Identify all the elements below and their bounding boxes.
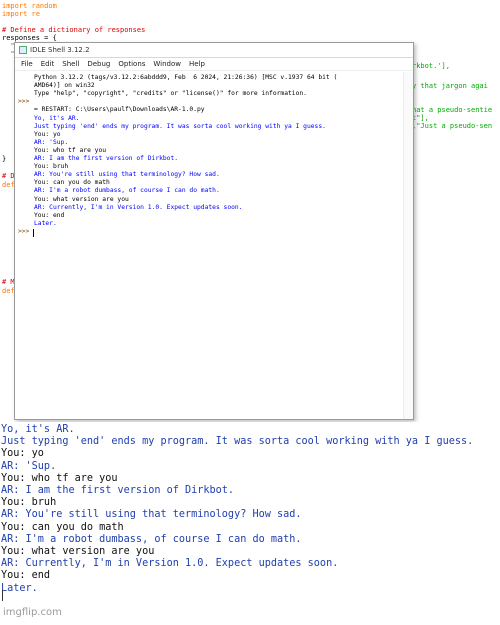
zoom-text-cursor xyxy=(2,590,3,601)
editor-right-fragment: y that jargon agai xyxy=(412,82,488,90)
menu-item-shell[interactable]: Shell xyxy=(62,60,79,68)
shell-transcript-line: AR: I am the first version of Dirkbot. xyxy=(34,155,179,162)
zoom-transcript-line: AR: Currently, I'm in Version 1.0. Expec… xyxy=(1,558,339,570)
menu-item-debug[interactable]: Debug xyxy=(87,60,110,68)
watermark: imgflip.com xyxy=(3,607,62,618)
editor-right-fragment: t"], xyxy=(412,114,429,122)
shell-transcript-line: Just typing 'end' ends my program. It wa… xyxy=(34,122,326,130)
zoom-transcript-line: AR: 'Sup. xyxy=(1,460,57,472)
shell-menubar: File Edit Shell Debug Options Window Help xyxy=(15,58,413,71)
shell-scrollbar[interactable] xyxy=(403,72,413,419)
menu-item-edit[interactable]: Edit xyxy=(41,60,55,68)
shell-transcript-line: You: end xyxy=(34,211,65,219)
shell-header-line: Python 3.12.2 (tags/v3.12.2:6abddd9, Feb… xyxy=(34,74,338,81)
editor-code-fragment: def xyxy=(2,287,15,295)
editor-right-fragment: rkbot.'], xyxy=(412,62,450,70)
shell-transcript-line: Later. xyxy=(34,219,57,227)
shell-transcript-line: You: what version are you xyxy=(34,195,129,203)
shell-title: IDLE Shell 3.12.2 xyxy=(30,46,90,54)
zoom-transcript-line: AR: I am the first version of Dirkbot. xyxy=(1,485,235,496)
shell-transcript-line: AR: 'Sup. xyxy=(34,138,69,146)
zoom-transcript-line: You: yo xyxy=(1,448,44,460)
shell-transcript-line: AR: You're still using that terminology?… xyxy=(34,171,220,179)
idle-shell-window[interactable]: IDLE Shell 3.12.2 File Edit Shell Debug Opti… xyxy=(14,42,414,420)
shell-transcript-line: You: who tf are you xyxy=(34,146,107,154)
shell-transcript-line: AR: I'm a robot dumbass, of course I can… xyxy=(34,187,220,195)
zoom-transcript-line: You: end xyxy=(1,570,51,582)
menu-item-options[interactable]: Options xyxy=(118,60,145,68)
zoom-transcript-line: Later. xyxy=(1,582,38,594)
menu-item-file[interactable]: File xyxy=(21,60,33,68)
editor-right-fragment: hat a pseudo-sentie xyxy=(412,106,493,114)
zoom-transcript-line: AR: You're still using that terminology?… xyxy=(1,509,302,521)
editor-code-fragment: # M xyxy=(2,278,15,286)
idle-app-icon xyxy=(19,46,27,54)
menu-item-help[interactable]: Help xyxy=(189,60,205,68)
zoom-transcript-line: Just typing 'end' ends my program. It wa… xyxy=(1,436,474,448)
shell-prompt: >>> xyxy=(18,98,30,106)
editor-code-fragment: # D xyxy=(2,172,15,180)
editor-code-fragment: def xyxy=(2,181,15,189)
shell-transcript-line: You: bruh xyxy=(34,163,69,171)
zoom-transcript-line: You: can you do math xyxy=(1,521,124,533)
restart-line: = RESTART: C:\Users\paulf\Downloads\AR-1… xyxy=(34,106,205,114)
shell-transcript-line: You: can you do math xyxy=(34,179,110,187)
editor-code-line: responses = { xyxy=(2,34,57,42)
shell-output-area[interactable]: Python 3.12.2 (tags/v3.12.2:6abddd9, Feb… xyxy=(15,72,413,419)
editor-code-line: # Define a dictionary of responses xyxy=(2,26,146,34)
shell-transcript-line: Yo, it's AR. xyxy=(34,114,80,122)
shell-header-line: AMD64)] on win32 xyxy=(34,82,95,90)
shell-transcript-line: You: yo xyxy=(34,130,61,138)
editor-right-fragment: ,"Just a pseudo-sen xyxy=(412,122,493,130)
shell-prompt: >>> xyxy=(18,227,30,235)
shell-header-line: Type "help", "copyright", "credits" or "… xyxy=(34,90,307,98)
shell-titlebar[interactable]: IDLE Shell 3.12.2 xyxy=(15,43,413,58)
zoom-transcript-line: You: who tf are you xyxy=(1,472,118,484)
menu-item-window[interactable]: Window xyxy=(153,60,181,68)
shell-transcript-line: AR: Currently, I'm in Version 1.0. Expec… xyxy=(34,203,243,211)
editor-code-fragment: } xyxy=(2,155,7,163)
zoom-transcript-line: Yo, it's AR. xyxy=(1,424,75,435)
zoom-transcript-line: You: what version are you xyxy=(1,546,155,557)
zoom-transcript-line: You: bruh xyxy=(1,497,57,509)
zoom-transcript-line: AR: I'm a robot dumbass, of course I can… xyxy=(1,533,302,545)
editor-code-line: import re xyxy=(2,10,40,18)
editor-code-line: import random xyxy=(2,2,57,10)
shell-text-cursor xyxy=(33,228,34,237)
